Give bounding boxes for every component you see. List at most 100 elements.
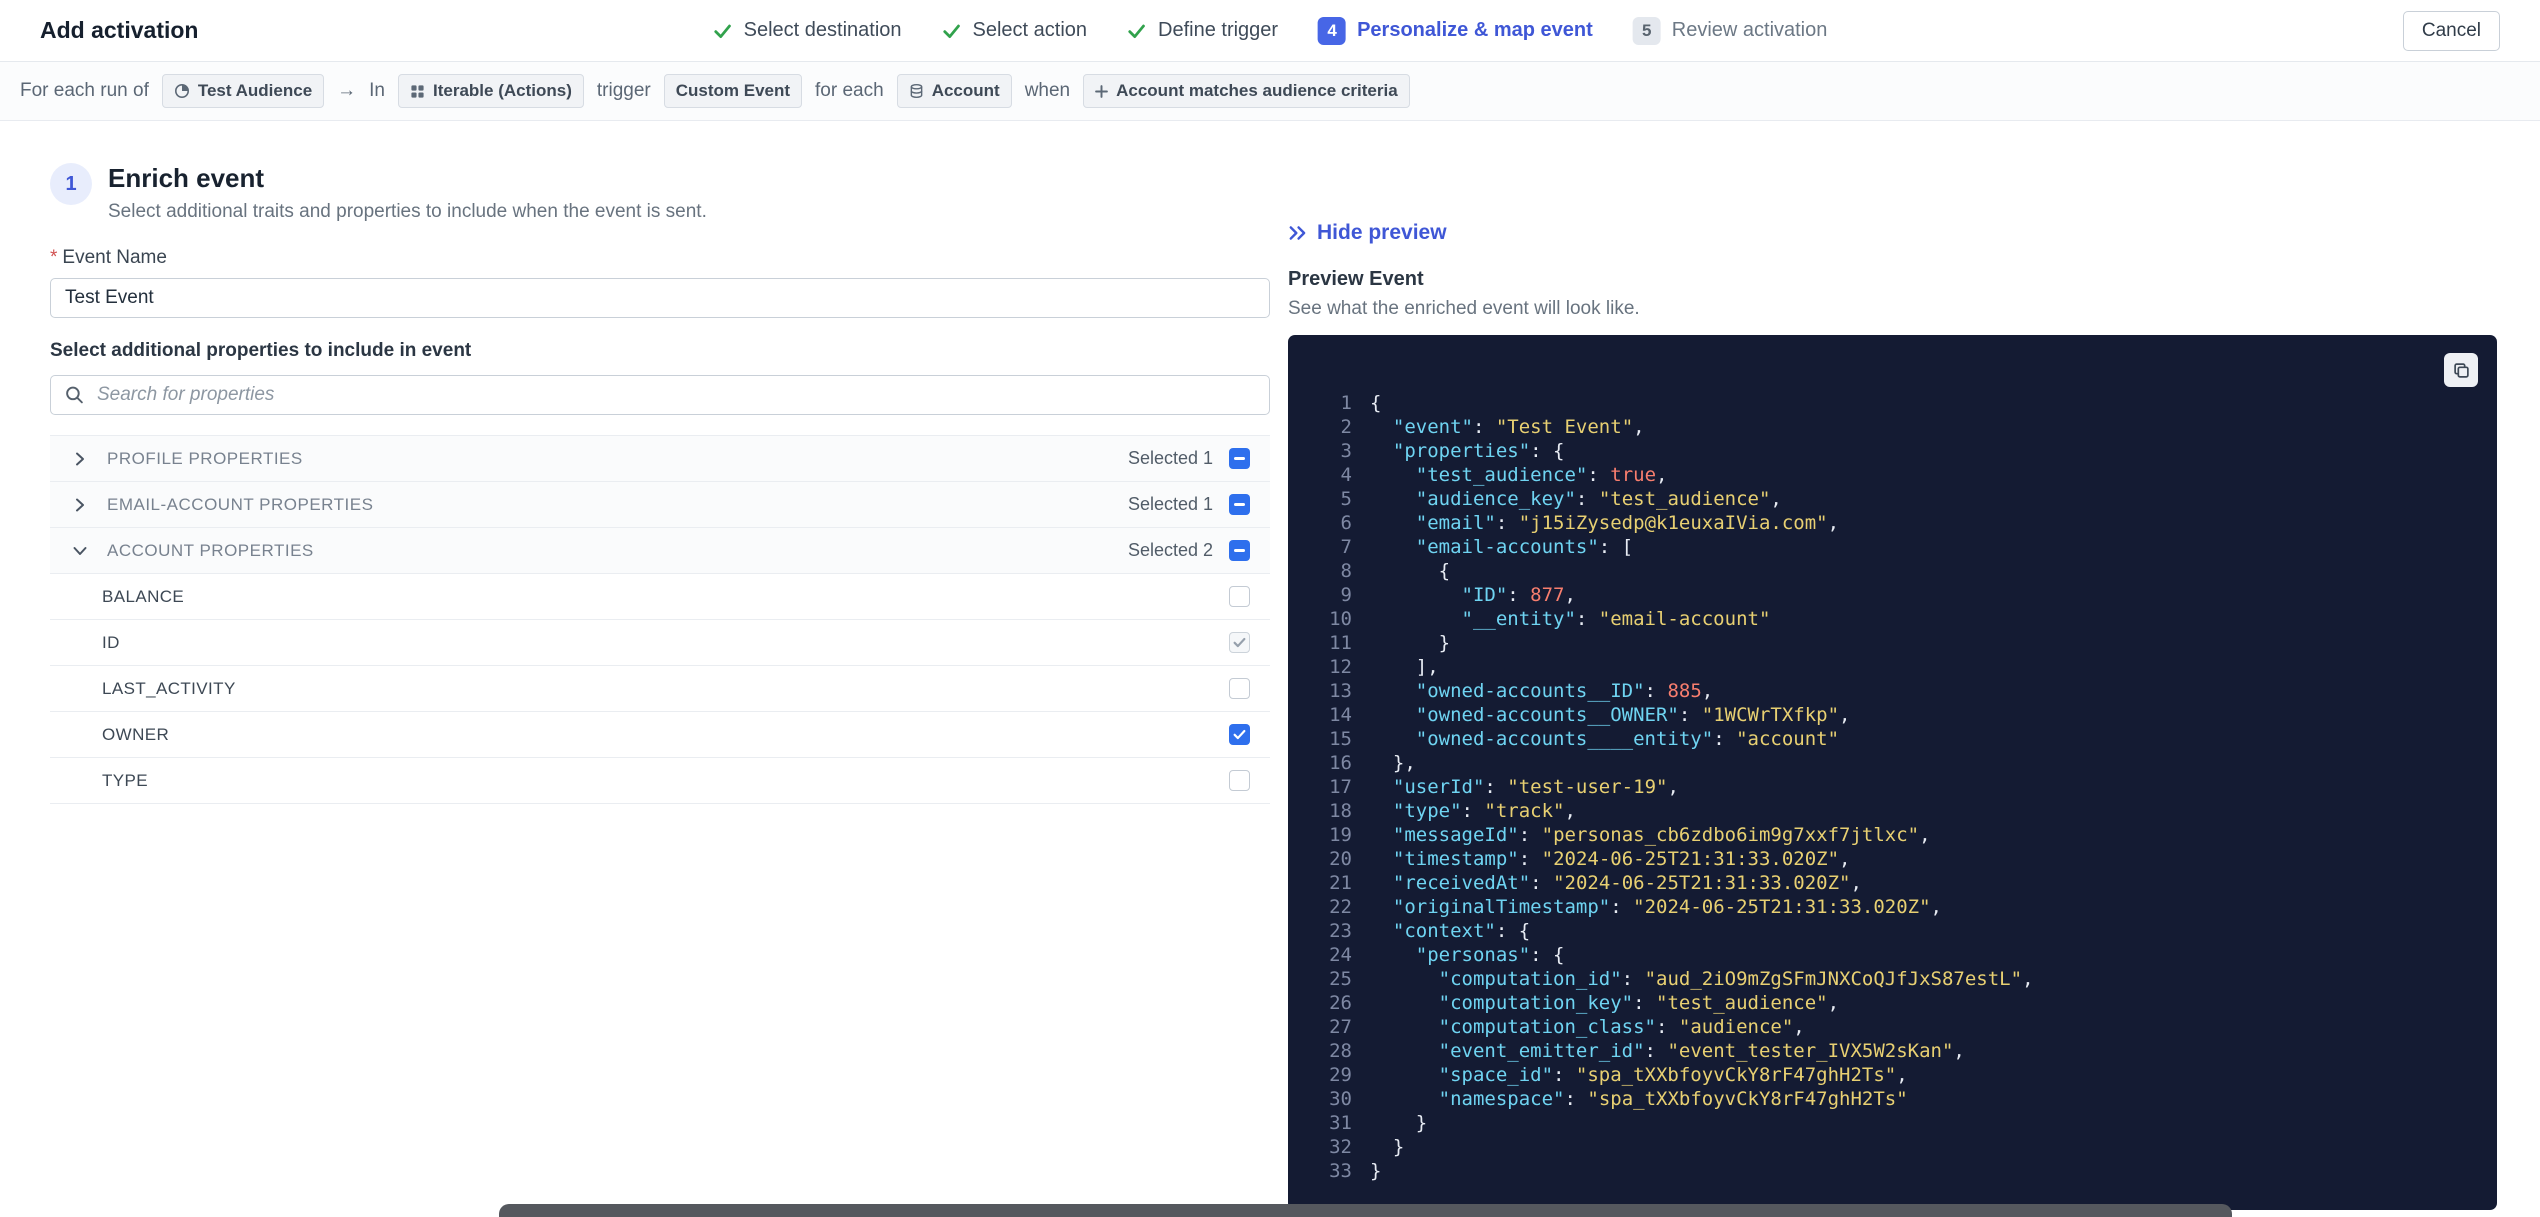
checkbox-indeterminate[interactable] — [1229, 494, 1250, 515]
code-line-number: 2 — [1340, 416, 1352, 438]
checkbox-indeterminate[interactable] — [1229, 448, 1250, 469]
chevron-right-icon[interactable] — [74, 498, 86, 512]
code-line-text: } — [1370, 1136, 1405, 1158]
code-line: 30 "namespace": "spa_tXXbfoyvCkY8rF47ghH… — [1288, 1087, 2477, 1111]
code-line-text: "event": "Test Event", — [1392, 416, 1645, 438]
property-group-profile-properties[interactable]: PROFILE PROPERTIES Selected 1 — [50, 436, 1270, 482]
trigger-chip-label: Custom Event — [675, 81, 791, 100]
audience-icon — [174, 83, 190, 99]
code-line-number: 8 — [1340, 560, 1352, 582]
chevron-down-icon[interactable] — [73, 544, 87, 558]
code-line-text: "properties": { — [1392, 440, 1565, 462]
stepper-step-select-destination[interactable]: Select destination — [713, 19, 902, 42]
code-line: 22 "originalTimestamp": "2024-06-25T21:3… — [1288, 895, 2477, 919]
code-line-text: "audience_key": "test_audience", — [1415, 488, 1782, 510]
cancel-button[interactable]: Cancel — [2402, 10, 2500, 51]
code-line-number: 24 — [1329, 944, 1352, 966]
code-line: 1{ — [1288, 391, 2477, 415]
trigger-chip-account-matches-audience-criteria[interactable]: Account matches audience criteria — [1083, 74, 1410, 108]
code-line-text: "email-accounts": [ — [1415, 536, 1634, 558]
code-line: 14 "owned-accounts__OWNER": "1WCWrTXfkp"… — [1288, 703, 2477, 727]
code-line: 7 "email-accounts": [ — [1288, 535, 2477, 559]
code-line-number: 25 — [1329, 968, 1352, 990]
double-chevron-right-icon — [1288, 225, 1308, 241]
code-line: 10 "__entity": "email-account" — [1288, 607, 2477, 631]
step-complete-check-icon — [942, 21, 962, 41]
property-group-email-account-properties[interactable]: EMAIL-ACCOUNT PROPERTIES Selected 1 — [50, 482, 1270, 528]
background-window-edge — [499, 1204, 2232, 1217]
code-line-text: { — [1370, 560, 1451, 582]
stepper-step-select-action[interactable]: Select action — [942, 19, 1087, 42]
trigger-chip-custom-event[interactable]: Custom Event — [663, 74, 803, 108]
code-line-number: 30 — [1329, 1088, 1352, 1110]
checkbox-unchecked[interactable] — [1229, 678, 1250, 699]
property-item-label: LAST_ACTIVITY — [102, 678, 236, 698]
step-complete-check-icon — [1127, 21, 1147, 41]
checkbox-checked[interactable] — [1229, 724, 1250, 745]
property-item-balance[interactable]: BALANCE — [50, 574, 1270, 620]
code-line-number: 9 — [1340, 584, 1352, 606]
checkbox-unchecked[interactable] — [1229, 770, 1250, 791]
code-line: 25 "computation_id": "aud_2iO9mZgSFmJNXC… — [1288, 967, 2477, 991]
trigger-chip-label: Account — [931, 81, 1000, 100]
code-line-text: "__entity": "email-account" — [1461, 608, 1771, 630]
required-asterisk: * — [50, 247, 58, 268]
code-line: 8 { — [1288, 559, 2477, 583]
property-item-type[interactable]: TYPE — [50, 758, 1270, 804]
code-line-text: ], — [1370, 656, 1439, 678]
code-line-number: 12 — [1329, 656, 1352, 678]
trigger-chip-iterable-actions[interactable]: Iterable (Actions) — [398, 74, 584, 108]
code-line-number: 29 — [1329, 1064, 1352, 1086]
property-item-label: ID — [102, 632, 120, 652]
code-line-text: "type": "track", — [1392, 800, 1576, 822]
property-group-account-properties[interactable]: ACCOUNT PROPERTIES Selected 2 — [50, 528, 1270, 574]
code-line-text: "receivedAt": "2024-06-25T21:31:33.020Z"… — [1392, 872, 1862, 894]
stepper-step-define-trigger[interactable]: Define trigger — [1127, 19, 1278, 42]
page-title: Add activation — [40, 17, 199, 43]
event-preview-code-panel: 1{2 "event": "Test Event", 3 "properties"… — [1288, 335, 2497, 1210]
code-line-number: 28 — [1329, 1040, 1352, 1062]
code-line-text: "timestamp": "2024-06-25T21:31:33.020Z", — [1392, 848, 1851, 870]
property-item-owner[interactable]: OWNER — [50, 712, 1270, 758]
code-line-text: "namespace": "spa_tXXbfoyvCkY8rF47ghH2Ts… — [1438, 1088, 1908, 1110]
code-line-number: 27 — [1329, 1016, 1352, 1038]
code-line-number: 4 — [1340, 464, 1352, 486]
code-line: 28 "event_emitter_id": "event_tester_IVX… — [1288, 1039, 2477, 1063]
code-line-number: 6 — [1340, 512, 1352, 534]
property-search-input[interactable] — [50, 375, 1270, 415]
checkbox-unchecked[interactable] — [1229, 586, 1250, 607]
step-label: Review activation — [1671, 19, 1828, 41]
property-item-id[interactable]: ID — [50, 620, 1270, 666]
copy-button[interactable] — [2444, 353, 2478, 387]
copy-icon — [2453, 362, 2470, 379]
trigger-chip-account[interactable]: Account — [896, 74, 1012, 108]
search-icon — [65, 386, 84, 405]
enrich-section: 1 Enrich event Select additional traits … — [50, 121, 1270, 804]
checkbox-indeterminate[interactable] — [1229, 540, 1250, 561]
event-name-label: * Event Name — [50, 247, 167, 268]
stepper-step-review-activation[interactable]: 5 Review activation — [1632, 16, 1828, 45]
stepper-step-personalize-map-event[interactable]: 4 Personalize & map event — [1318, 16, 1593, 45]
code-line-text: "owned-accounts__OWNER": "1WCWrTXfkp", — [1415, 704, 1851, 726]
code-line-number: 17 — [1329, 776, 1352, 798]
trigger-chip-test-audience[interactable]: Test Audience — [161, 74, 325, 108]
chevron-right-icon[interactable] — [74, 452, 86, 466]
property-item-last-activity[interactable]: LAST_ACTIVITY — [50, 666, 1270, 712]
trigger-chip-label: Iterable (Actions) — [433, 81, 572, 100]
property-group-label: EMAIL-ACCOUNT PROPERTIES — [107, 494, 374, 514]
code-line-text: "messageId": "personas_cb6zdbo6im9g7xxf7… — [1392, 824, 1931, 846]
step-one-badge: 1 — [50, 163, 92, 205]
checkbox-checked-disabled[interactable] — [1229, 632, 1250, 653]
code-body: 1{2 "event": "Test Event", 3 "properties"… — [1288, 391, 2477, 1183]
trigger-bar-text: for each — [815, 80, 884, 101]
code-line-text: "context": { — [1392, 920, 1531, 942]
code-line-text: "owned-accounts__ID": 885, — [1415, 680, 1714, 702]
code-line: 17 "userId": "test-user-19", — [1288, 775, 2477, 799]
code-line-text: "event_emitter_id": "event_tester_IVX5W2… — [1438, 1040, 1965, 1062]
event-name-input[interactable] — [50, 278, 1270, 318]
hide-preview-link[interactable]: Hide preview — [1288, 221, 1447, 245]
code-line-text: "ID": 877, — [1461, 584, 1576, 606]
trigger-bar-text: For each run of — [20, 80, 149, 101]
code-line-number: 26 — [1329, 992, 1352, 1014]
code-line: 33} — [1288, 1159, 2477, 1183]
